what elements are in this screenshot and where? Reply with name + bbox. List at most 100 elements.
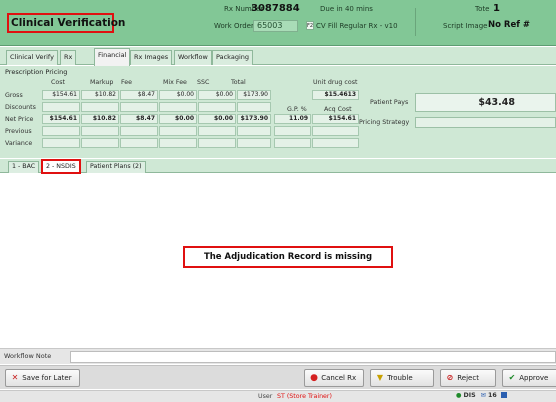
gp-previous — [274, 126, 311, 136]
previous-mix-fee — [159, 126, 197, 136]
mail-icon: ✉ — [480, 392, 486, 399]
net-cost: $154.61 — [42, 114, 80, 124]
rx-number: 3087884 — [251, 3, 300, 14]
status-user-value: ST (Store Trainer) — [277, 393, 332, 400]
col-ssc: SSC — [197, 79, 210, 86]
acq-cost: $154.61 — [312, 114, 359, 124]
net-ssc: $0.00 — [198, 114, 236, 124]
discounts-cost — [42, 102, 80, 112]
col-fee: Fee — [121, 79, 133, 86]
action-bar: ✕ Save for Later ● Cancel Rx ▼ Trouble ⊘… — [0, 365, 556, 389]
unit-drug-cost: $15.4613 — [312, 90, 359, 100]
tab-financial[interactable]: Financial — [94, 48, 131, 66]
net-mix-fee: $0.00 — [159, 114, 197, 124]
missing-adjudication-message: The Adjudication Record is missing — [183, 246, 393, 268]
adjudication-tabs: 1 - BAC 2 - NSDIS Patient Plans (2) — [0, 159, 556, 174]
row-label-net-price: Net Price — [5, 116, 34, 123]
tab-patient-plans[interactable]: Patient Plans (2) — [86, 161, 146, 173]
previous-cost — [42, 126, 80, 136]
gp-value: 11.09 — [274, 114, 311, 124]
discounts-markup — [81, 102, 119, 112]
col-mix-fee: Mix Fee — [163, 79, 187, 86]
gp-label: G.P. % — [287, 106, 307, 113]
tab-plan-nsdis[interactable]: 2 - NSDIS — [41, 159, 81, 174]
cancel-rx-label: Cancel Rx — [321, 374, 357, 382]
workflow-note-label: Workflow Note — [4, 352, 52, 360]
net-markup: $10.82 — [81, 114, 119, 124]
net-total: $173.90 — [237, 114, 271, 124]
variance-ssc — [198, 138, 236, 148]
variance-total — [237, 138, 271, 148]
approve-label: Approve — [519, 374, 549, 382]
fill-type-badge: F2 — [306, 21, 314, 30]
acq-cost-label: Acq Cost — [324, 106, 352, 113]
stop-icon: ● — [310, 373, 318, 383]
no-entry-icon: ⊘ — [446, 373, 454, 382]
prescription-pricing-panel: Prescription Pricing Cost Markup Fee Mix… — [0, 66, 556, 158]
gross-mix-fee: $0.00 — [159, 90, 197, 100]
fill-type: CV Fill Regular Rx - v10 — [316, 22, 398, 30]
col-cost: Cost — [51, 79, 65, 86]
adjudication-content: The Adjudication Record is missing — [0, 174, 556, 347]
patient-pays-label: Patient Pays — [370, 99, 409, 106]
work-order-field: 65003 — [253, 20, 298, 32]
variance-markup — [81, 138, 119, 148]
script-image-label: Script Image — [443, 22, 488, 30]
net-fee: $8.47 — [120, 114, 158, 124]
tab-clinical-verify[interactable]: Clinical Verify — [6, 50, 58, 65]
row-label-discounts: Discounts — [5, 104, 36, 111]
mail-count: 16 — [487, 392, 497, 399]
main-tabs: Clinical Verify Rx Financial Rx Images W… — [0, 47, 556, 66]
status-user-label: User — [258, 393, 273, 400]
workflow-note-input[interactable] — [70, 351, 556, 363]
header-divider — [415, 8, 416, 36]
funnel-icon: ▼ — [376, 373, 384, 382]
gross-fee: $8.47 — [120, 90, 158, 100]
cancel-rx-button[interactable]: ● Cancel Rx — [304, 369, 364, 387]
previous-total — [237, 126, 271, 136]
patient-pays-value: $43.48 — [415, 93, 556, 112]
x-icon: ✕ — [11, 373, 19, 382]
tab-rx[interactable]: Rx — [60, 50, 77, 65]
gross-markup: $10.82 — [81, 90, 119, 100]
col-total: Total — [231, 79, 246, 86]
previous-fee — [120, 126, 158, 136]
discounts-mix-fee — [159, 102, 197, 112]
pricing-strategy-field — [415, 117, 556, 128]
tab-rx-images[interactable]: Rx Images — [130, 50, 173, 65]
gross-cost: $154.61 — [42, 90, 80, 100]
gross-total: $173.90 — [237, 90, 271, 100]
save-for-later-button[interactable]: ✕ Save for Later — [5, 369, 80, 387]
pricing-title: Prescription Pricing — [5, 68, 68, 76]
col-markup: Markup — [90, 79, 114, 86]
dis-label: DIS — [463, 392, 476, 399]
page-title: Clinical Verification — [7, 13, 125, 33]
discounts-fee — [120, 102, 158, 112]
variance-cost — [42, 138, 80, 148]
tab-packaging[interactable]: Packaging — [212, 50, 253, 65]
discounts-ssc — [198, 102, 236, 112]
workflow-note-row: Workflow Note — [0, 348, 556, 364]
tab-plan-bac[interactable]: 1 - BAC — [8, 161, 40, 173]
trouble-label: Trouble — [387, 374, 413, 382]
tote-value: 1 — [493, 3, 500, 14]
variance-fee — [120, 138, 158, 148]
trouble-button[interactable]: ▼ Trouble — [370, 369, 434, 387]
save-for-later-label: Save for Later — [22, 374, 72, 382]
tab-workflow[interactable]: Workflow — [174, 50, 212, 65]
previous-markup — [81, 126, 119, 136]
due-status: Due in 40 mins — [320, 5, 373, 13]
status-square-icon — [500, 392, 507, 398]
checkmark-icon: ✔ — [508, 373, 516, 382]
approve-button[interactable]: ✔ Approve — [502, 369, 556, 387]
variance-mix-fee — [159, 138, 197, 148]
unit-drug-cost-label: Unit drug cost — [313, 79, 358, 86]
gross-ssc: $0.00 — [198, 90, 236, 100]
script-image-value: No Ref # — [488, 20, 531, 30]
pricing-strategy-label: Pricing Strategy — [359, 119, 410, 126]
previous-ssc — [198, 126, 236, 136]
tote-label: Tote — [475, 5, 490, 13]
reject-button[interactable]: ⊘ Reject — [440, 369, 496, 387]
connection-icon: ● — [456, 392, 462, 399]
header-bar: Clinical Verification Rx Number 3087884 … — [0, 0, 556, 46]
